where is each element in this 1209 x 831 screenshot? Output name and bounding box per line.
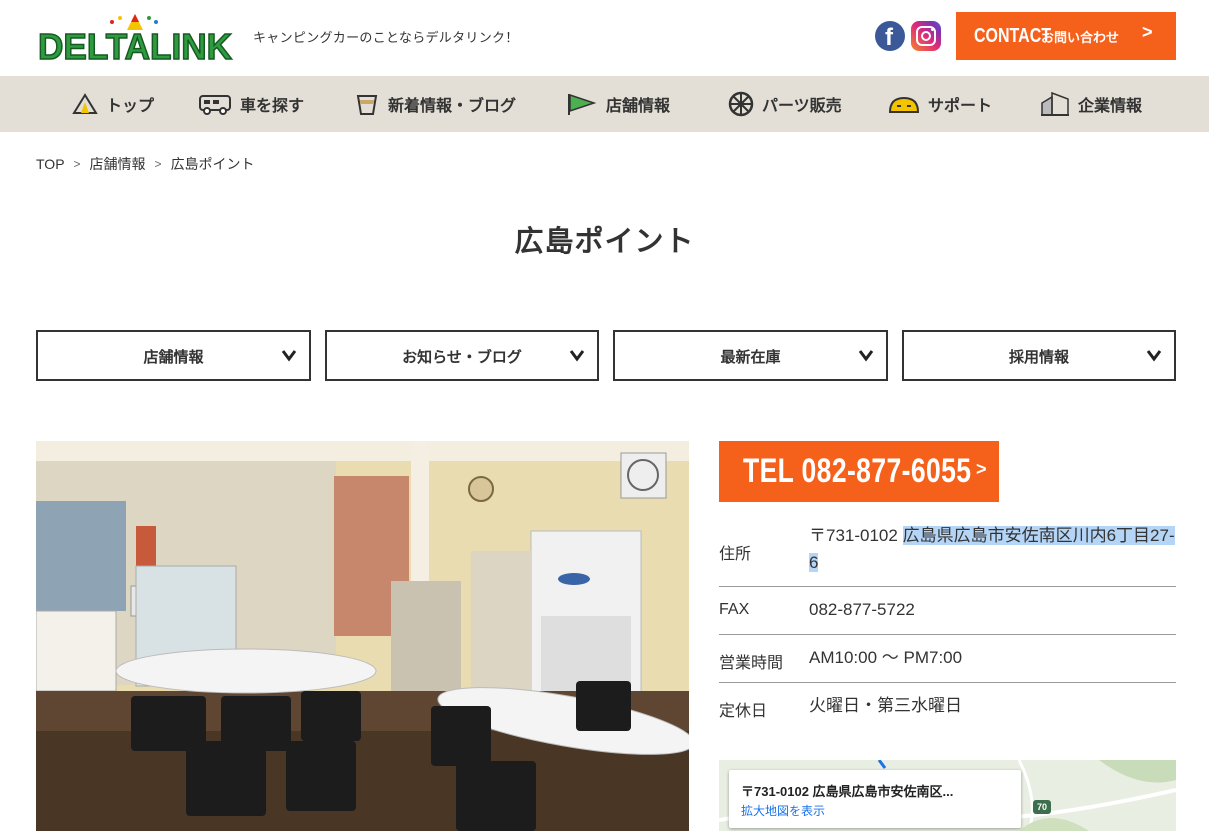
- closed-label: 定休日: [719, 703, 768, 720]
- nav-item-label: トップ: [106, 98, 155, 115]
- address-zip: 〒731-0102: [809, 526, 903, 545]
- address-line2: 6: [809, 553, 819, 572]
- site-header: DELTALINK キャンピングカーのことならデルタリンク！ f CONTACT…: [0, 0, 1209, 76]
- breadcrumb: TOP > 店舗情報 > 広島ポイント: [36, 154, 255, 174]
- facebook-icon[interactable]: f: [875, 21, 905, 51]
- page-title: 広島ポイント: [514, 226, 695, 258]
- address-label: 住所: [719, 546, 752, 563]
- map-enlarge-link[interactable]: 拡大地図を表示: [741, 802, 825, 819]
- tel-button[interactable]: TEL 082-877-6055 >: [719, 441, 999, 502]
- shop-interior-photo: [36, 441, 689, 831]
- svg-text:DELTALINK: DELTALINK: [38, 26, 232, 62]
- nav-item-cars[interactable]: 車を探す: [198, 76, 304, 132]
- flag-icon: [568, 93, 597, 115]
- address-line1: 広島県広島市安佐南区川内6丁目27-: [902, 526, 1175, 545]
- dropdown-latest-stock[interactable]: 最新在庫: [613, 330, 888, 381]
- wheel-icon: [728, 91, 754, 117]
- dropdown-label: 店舗情報: [143, 349, 204, 366]
- camper-icon: [199, 95, 231, 115]
- fax-value: 082-877-5722: [809, 600, 915, 619]
- info-row-fax: FAX 082-877-5722: [719, 587, 1176, 635]
- dropdown-label: 最新在庫: [720, 349, 781, 366]
- nav-item-label: 企業情報: [1078, 98, 1143, 115]
- contact-ja-label: お問い合わせ: [1041, 30, 1120, 45]
- chevron-down-icon: [858, 350, 874, 362]
- instagram-icon[interactable]: [911, 21, 941, 51]
- info-row-closed: 定休日 火曜日・第三水曜日: [719, 683, 1176, 731]
- nav-item-support[interactable]: サポート: [888, 76, 992, 132]
- nav-item-label: パーツ販売: [762, 98, 842, 115]
- dropdown-label: 採用情報: [1008, 349, 1069, 366]
- chevron-right-icon: >: [976, 459, 987, 479]
- hours-value: AM10:00 〜 PM7:00: [809, 648, 963, 667]
- main-nav: トップ 車を探す 新着情報・ブログ 店舗情報 パーツ販売 サポート 企業情報: [0, 76, 1209, 132]
- nav-item-top[interactable]: トップ: [72, 76, 154, 132]
- nav-item-label: 車を探す: [240, 98, 305, 115]
- nav-item-label: 店舗情報: [606, 98, 671, 115]
- nav-item-label: サポート: [928, 98, 993, 115]
- facebook-glyph: f: [885, 24, 893, 51]
- dropdown-label: お知らせ・ブログ: [402, 349, 522, 366]
- google-map[interactable]: 70 〒731-0102 広島県広島市安佐南区... 拡大地図を表示: [719, 760, 1176, 831]
- chevron-down-icon: [569, 350, 585, 362]
- site-tagline: キャンピングカーのことならデルタリンク！: [253, 30, 519, 45]
- contact-button[interactable]: CONTACT お問い合わせ >: [956, 12, 1176, 60]
- nav-item-news[interactable]: 新着情報・ブログ: [354, 76, 516, 132]
- closed-value: 火曜日・第三水曜日: [809, 696, 962, 715]
- building-icon: [1041, 91, 1069, 116]
- map-address: 〒731-0102 広島県広島市安佐南区...: [741, 784, 954, 799]
- cup-icon: [356, 95, 378, 115]
- dropdown-news-blog[interactable]: お知らせ・ブログ: [325, 330, 599, 381]
- dropdown-shop-info[interactable]: 店舗情報: [36, 330, 311, 381]
- contact-en-label: CONTACT: [974, 25, 1052, 47]
- chevron-down-icon: [281, 350, 297, 362]
- nav-item-parts[interactable]: パーツ販売: [728, 76, 842, 132]
- breadcrumb-current: 広島ポイント: [170, 156, 255, 172]
- breadcrumb-link-top[interactable]: TOP: [36, 156, 65, 172]
- breadcrumb-separator: >: [73, 157, 81, 171]
- tel-number: TEL 082-877-6055: [743, 452, 972, 490]
- dropdown-recruit[interactable]: 採用情報: [902, 330, 1176, 381]
- helmet-icon: [888, 96, 920, 113]
- route-70-badge: 70: [1033, 800, 1051, 814]
- chevron-down-icon: [1146, 350, 1162, 362]
- fax-label: FAX: [719, 601, 750, 618]
- nav-item-company[interactable]: 企業情報: [1040, 76, 1142, 132]
- nav-item-label: 新着情報・ブログ: [388, 98, 517, 115]
- breadcrumb-separator: >: [154, 157, 162, 171]
- info-row-hours: 営業時間 AM10:00 〜 PM7:00: [719, 635, 1176, 683]
- deltalink-logo[interactable]: DELTALINK: [36, 12, 235, 62]
- address-value: 〒731-0102 広島県広島市安佐南区川内6丁目27- 6: [809, 522, 1176, 576]
- nav-item-shops[interactable]: 店舗情報: [566, 76, 670, 132]
- breadcrumb-link-shops[interactable]: 店舗情報: [90, 154, 146, 174]
- map-info-card: 〒731-0102 広島県広島市安佐南区... 拡大地図を表示: [729, 770, 1021, 828]
- hours-label: 営業時間: [719, 655, 784, 672]
- chevron-right-icon: >: [1142, 22, 1153, 42]
- info-row-address: 住所 〒731-0102 広島県広島市安佐南区川内6丁目27- 6: [719, 514, 1176, 587]
- tent-icon: [72, 93, 98, 114]
